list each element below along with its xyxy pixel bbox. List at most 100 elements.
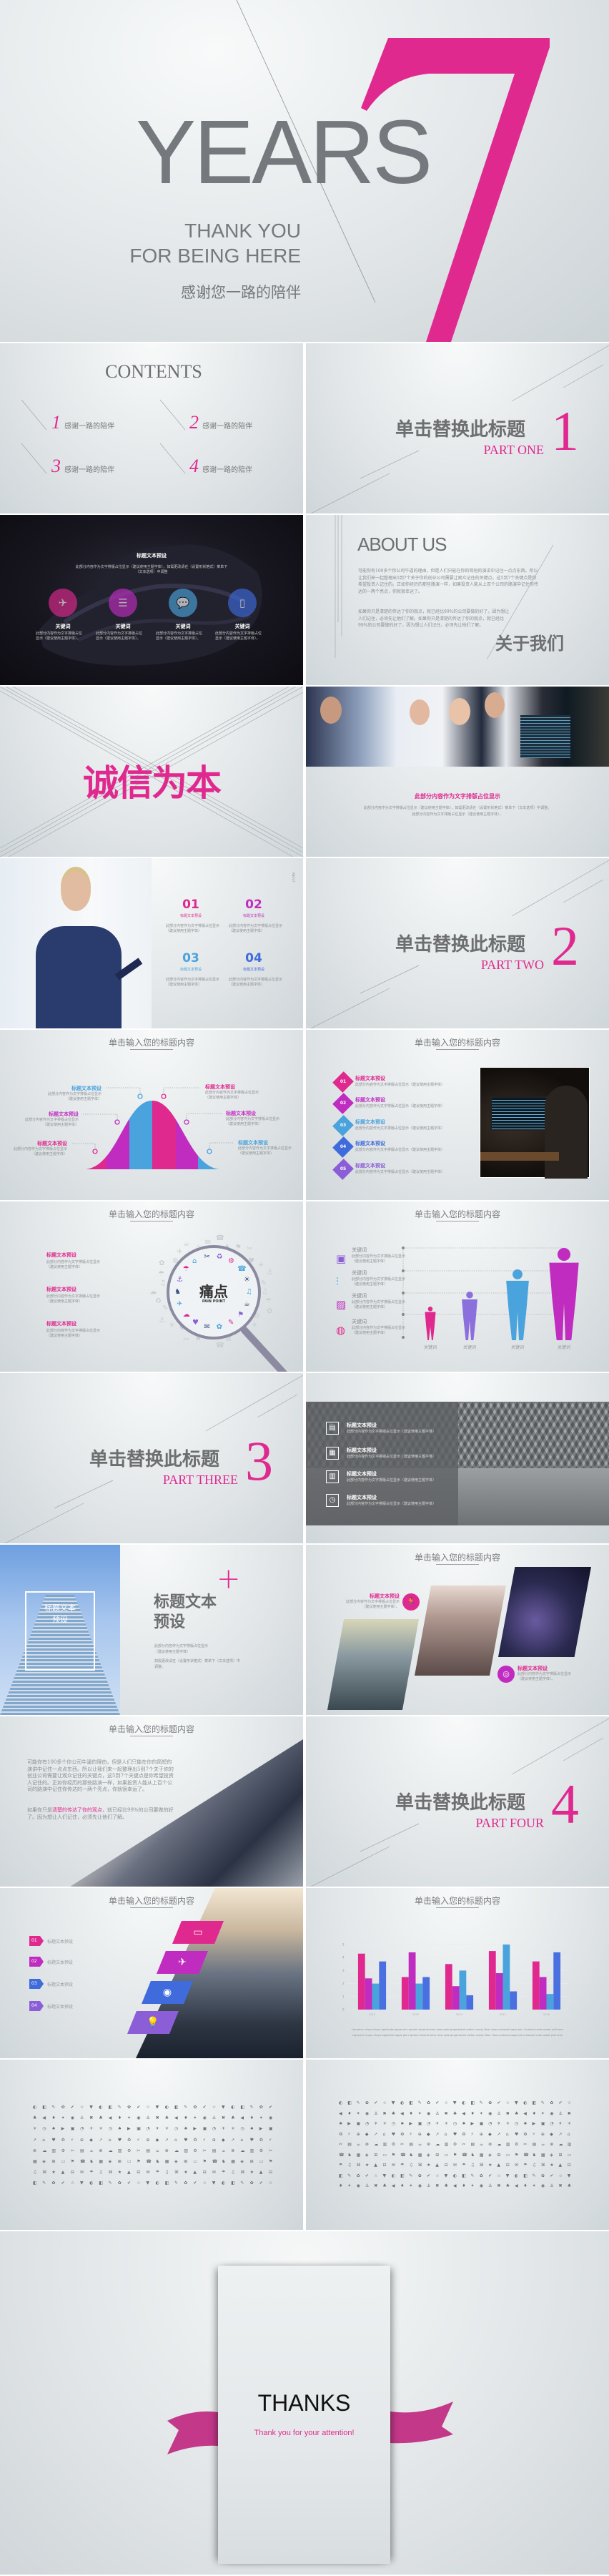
bell-segment	[152, 1101, 176, 1169]
grid-icon: ♫	[164, 2170, 169, 2176]
grid-icon: ▶	[61, 2126, 65, 2132]
step-desc: 此部分内容作为文字排版占位显示（建议使用主题字体）	[355, 1104, 445, 1108]
grid-icon: ✔	[137, 2105, 141, 2110]
step-desc: 此部分内容作为文字排版占位显示（建议使用主题字体）	[355, 1083, 445, 1087]
building-p3: 如需更改请在（设置形状格式）菜单下（文本选项）中	[154, 1659, 241, 1663]
grid-icon: ◈	[108, 2159, 112, 2164]
bell-label-title: 标题文本预设	[71, 1085, 102, 1091]
decorative-line	[360, 1823, 420, 1852]
grid-icon: ▤	[409, 2142, 414, 2147]
grid-icon: ▭	[444, 2152, 449, 2158]
cover-subtitle: 感谢您一路的陪伴	[181, 284, 301, 301]
grid-icon: ◔	[488, 2121, 492, 2126]
grid-icon: ◀	[462, 2110, 465, 2116]
grid-icon: ⊞	[51, 2159, 56, 2164]
slide-header: 单击输入您的标题内容	[414, 1209, 500, 1219]
grid-icon: ▭	[567, 2152, 572, 2158]
grid-icon: ⌘	[174, 2170, 179, 2176]
grid-icon: ⊟	[269, 2170, 273, 2176]
keyword-circle[interactable]: ✈	[49, 589, 77, 617]
list-number-tag[interactable]: 04	[29, 2001, 44, 2011]
team-desc-1: 此部分内容作为文字排版占位显示（建议使用主题字体），如需更改请在（设置形状格式）…	[363, 806, 552, 810]
marker-dot	[114, 1119, 120, 1125]
grid-icon: ♞	[470, 2152, 475, 2158]
contents-item-2[interactable]: 2 感谢一路的陪伴	[189, 412, 252, 433]
bar	[365, 1978, 372, 2010]
grid-icon: ◷	[174, 2126, 179, 2132]
decorative-line	[54, 1480, 114, 1509]
decorative-line	[511, 345, 609, 402]
cover-line2: FOR BEING HERE	[129, 245, 301, 267]
grid-icon: ⚓	[558, 2110, 563, 2116]
grid-icon: ☎	[462, 2152, 467, 2158]
part-three-slide: 单击替换此标题 PART THREE 3	[0, 1373, 303, 1543]
grid-icon: ⌂	[382, 2131, 386, 2137]
contents-label: 感谢一路的陪伴	[202, 423, 253, 431]
grid-icon: ☕	[540, 2142, 545, 2147]
grid-icon: ⊗	[488, 2142, 492, 2147]
grid-icon: ◀	[174, 2115, 178, 2121]
grid-icon: ☎	[80, 2159, 86, 2164]
grid-icon: ✔	[61, 2181, 65, 2186]
grid-icon: ✖	[382, 2110, 387, 2116]
list-number-tag[interactable]: 01	[29, 1936, 44, 1946]
decorative-line	[4, 1503, 84, 1543]
grid-icon: ✔	[70, 2105, 74, 2110]
bar	[546, 1994, 554, 2010]
grid-icon: ✎	[240, 2181, 244, 2186]
list-number-tag[interactable]: 03	[29, 1979, 44, 1989]
monitor-icon: ▭	[193, 1927, 203, 1938]
grid-icon: ★	[550, 2163, 554, 2168]
monitor-bars-icon: ▥	[326, 1470, 339, 1483]
grid-icon: ◧	[462, 2173, 466, 2178]
pain-title: 痛点	[199, 1283, 228, 1300]
grid-icon: ▭	[505, 2152, 510, 2158]
grid-icon: ✿	[51, 2181, 56, 2186]
lens-icon: ⚑	[237, 1311, 244, 1319]
keyword-circle[interactable]: 💬	[169, 589, 197, 617]
grid-icon: ⌘	[479, 2163, 484, 2168]
bell-label-desc: 此部分内容作为文字排版占位显示	[47, 1092, 102, 1096]
grid-icon: ◧	[108, 2105, 113, 2110]
grid-icon: ↗	[33, 2137, 37, 2143]
city-photo-3	[498, 1567, 591, 1657]
grid-icon: ⊗	[33, 2148, 37, 2153]
bar	[357, 1953, 365, 2010]
contents-item-3[interactable]: 3 感谢一路的陪伴	[51, 456, 114, 477]
grid-icon: ◆	[550, 2131, 553, 2137]
grid-icon: ♠	[339, 2121, 343, 2126]
grid-icon: ✔	[558, 2100, 563, 2105]
contents-item-1[interactable]: 1 感谢一路的陪伴	[51, 412, 114, 433]
grid-icon: ◷	[108, 2126, 112, 2132]
item-desc: 此部分内容作为文字排版占位显示	[166, 978, 220, 982]
list-number-tag[interactable]: 02	[29, 1957, 44, 1967]
person-head	[427, 1307, 433, 1312]
grid-icon: ☁	[108, 2148, 113, 2153]
grid-icon: ☕	[89, 2148, 94, 2153]
fabric-image	[39, 544, 262, 666]
grid-icon: ▦	[356, 2152, 361, 2158]
grid-icon: ☆	[202, 2181, 207, 2186]
bar	[495, 1973, 503, 2010]
grid-icon: ☆	[435, 2173, 440, 2178]
grid-icon: ✔	[374, 2100, 378, 2105]
person-body	[462, 1299, 477, 1340]
grid-icon: ⌘	[240, 2170, 245, 2176]
lens-icon: ☁	[182, 1311, 190, 1319]
grid-icon: ◧	[164, 2181, 169, 2186]
keyword-circle[interactable]: ☰	[109, 589, 137, 617]
grid-icon: ☀	[567, 2121, 572, 2126]
grid-icon: ⊗	[365, 2142, 369, 2147]
grid-icon: ◀	[240, 2115, 244, 2121]
grid-icon: ⊗	[427, 2142, 431, 2147]
icon-library-slide-2: ◐ ◧ ✎ ✿ ✔ ☆ ▼ ◐ ◧ ✎ ✿ ✔ ☆ ▼ ◐ ◧ ✎ ✿ ✔ ☆ ▼ ◐ ◧ ✎ ✿ ✔ ☆ ◀ ♦ ✦ ◉ ⚓ ✖ ♣ ◀ ♦ ✦ ◉ ⚓ ✖…	[306, 2060, 609, 2230]
keyword-circle[interactable]: ▯	[228, 589, 257, 617]
grid-icon: ⚓	[365, 2183, 370, 2188]
grid-icon: ⊟	[382, 2163, 387, 2168]
contents-item-4[interactable]: 4 感谢一路的陪伴	[189, 456, 252, 477]
grid-icon: ◉	[540, 2183, 545, 2188]
grid-icon: ▦	[33, 2159, 37, 2164]
people-item-title: 关键词	[352, 1319, 367, 1324]
marker-dot	[207, 1149, 212, 1154]
grid-icon: ⌂	[505, 2131, 509, 2137]
